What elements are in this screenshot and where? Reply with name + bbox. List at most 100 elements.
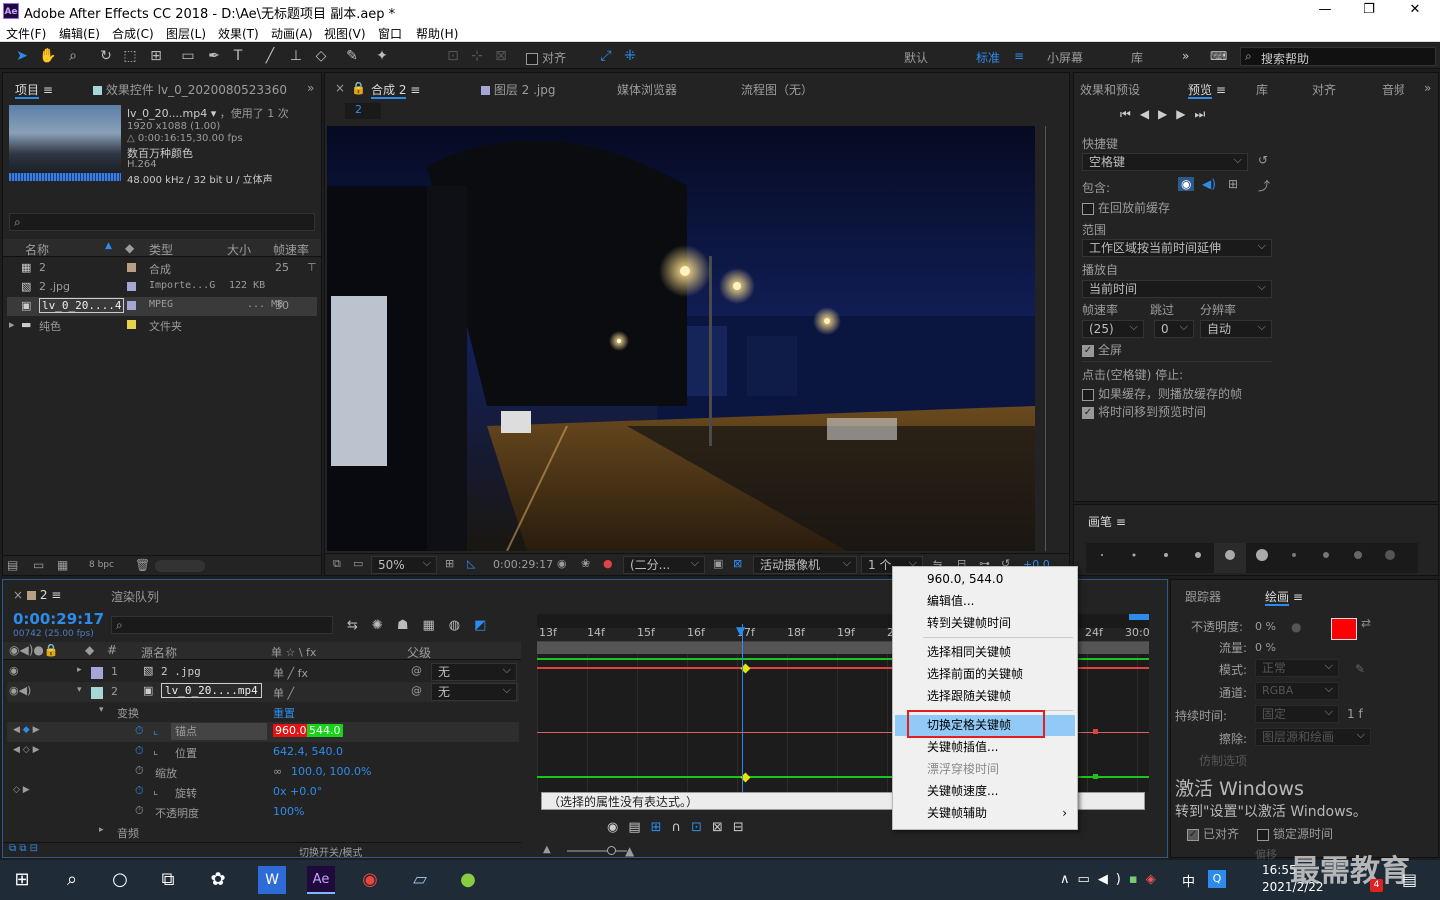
- graph-icon[interactable]: ⌞: [153, 784, 158, 797]
- tab-flowchart[interactable]: 流程图（无）: [741, 81, 813, 98]
- nvidia-icon[interactable]: ▪: [1129, 872, 1146, 887]
- col-size[interactable]: 大小: [227, 241, 251, 258]
- workspace-menu-icon[interactable]: ≡: [1014, 49, 1024, 63]
- snapshot-icon[interactable]: ◉: [557, 557, 567, 570]
- scale-value[interactable]: 100.0, 100.0%: [291, 765, 371, 778]
- graph-editor-icon[interactable]: ◩: [474, 618, 500, 633]
- reset-transform-link[interactable]: 重置: [273, 705, 295, 721]
- duration-dropdown[interactable]: 固定: [1255, 704, 1339, 723]
- keyframe-marker-red[interactable]: [1093, 729, 1098, 734]
- close-timeline-icon[interactable]: ×: [13, 588, 23, 602]
- transform-group[interactable]: ▾ 变换 重置: [7, 702, 519, 722]
- comp-flowchart-icon[interactable]: ⇆: [347, 618, 372, 633]
- menu-item-assistant[interactable]: 关键帧辅助 ›: [895, 803, 1075, 824]
- tab-layer[interactable]: 图层 2 .jpg: [481, 81, 555, 98]
- opacity-value[interactable]: 100%: [273, 805, 304, 818]
- region-of-interest-icon[interactable]: ▣: [713, 557, 723, 570]
- expand-icon[interactable]: ▸: [9, 318, 15, 331]
- audio-group[interactable]: ▸ 音频: [7, 822, 519, 842]
- tab-library[interactable]: 库: [1256, 81, 1268, 98]
- menu-window[interactable]: 窗口: [378, 25, 402, 42]
- col-name[interactable]: 名称: [25, 241, 49, 258]
- tab-align[interactable]: 对齐: [1312, 81, 1336, 98]
- collapse-icon[interactable]: ▾: [77, 685, 82, 695]
- graph-icon[interactable]: ⌞: [153, 724, 158, 737]
- app-melon-icon[interactable]: ●: [454, 866, 482, 894]
- stopwatch-icon[interactable]: ⏱: [135, 804, 144, 818]
- qq-icon[interactable]: Q: [1208, 870, 1226, 888]
- sync-settings-icon[interactable]: ⌨: [1210, 49, 1227, 63]
- last-frame-icon[interactable]: ⏭: [1195, 107, 1215, 121]
- zoom-out-icon[interactable]: ▲: [625, 844, 634, 858]
- tab-project[interactable]: 项目 ≡: [15, 81, 53, 99]
- menu-item-rove[interactable]: 漂浮穿梭时间: [895, 759, 1075, 780]
- hand-tool-icon[interactable]: ✋: [38, 47, 58, 65]
- project-row[interactable]: ▧ 2 .jpg Importe...G 122 KB: [7, 278, 317, 297]
- workspace-standard[interactable]: 标准: [976, 49, 1000, 66]
- clone-stamp-icon[interactable]: ⊥: [286, 47, 306, 65]
- brush-tool-icon[interactable]: ╱: [260, 47, 280, 65]
- label-color[interactable]: [91, 687, 103, 699]
- volume-icon[interactable]: ◀): [1098, 872, 1129, 887]
- more-workspaces-icon[interactable]: »: [1182, 49, 1189, 63]
- tab-brushes[interactable]: 画笔 ≡: [1088, 513, 1126, 530]
- maximize-icon[interactable]: ❐: [1354, 2, 1384, 17]
- tab-media-browser[interactable]: 媒体浏览器: [617, 81, 677, 98]
- erase-dropdown[interactable]: 图层源和绘画: [1255, 727, 1371, 746]
- menu-edit[interactable]: 编辑(E): [59, 25, 100, 42]
- eraser-tool-icon[interactable]: ◇: [311, 47, 331, 65]
- tab-effects-presets[interactable]: 效果和预设: [1080, 81, 1140, 98]
- shy-icon[interactable]: ☗: [397, 618, 423, 633]
- tray-expand-icon[interactable]: ∧: [1060, 872, 1078, 887]
- menu-file[interactable]: 文件(F): [6, 25, 46, 42]
- reset-shortcut-icon[interactable]: ↺: [1258, 153, 1268, 167]
- lock-icon[interactable]: 🔒: [351, 81, 366, 95]
- pickwhip-icon[interactable]: @: [411, 684, 422, 697]
- prev-frame-icon[interactable]: ◀: [1140, 107, 1158, 121]
- include-video-icon[interactable]: ◉: [1178, 177, 1195, 191]
- bpc-button[interactable]: 8 bpc: [89, 560, 114, 570]
- panel-more-icon[interactable]: »: [307, 81, 314, 95]
- workspace-default[interactable]: 默认: [904, 49, 928, 66]
- show-properties-icon[interactable]: ◉: [607, 820, 628, 835]
- motion-blur-icon[interactable]: ◍: [449, 618, 474, 633]
- menu-view[interactable]: 视图(V): [324, 25, 366, 42]
- menu-composition[interactable]: 合成(C): [112, 25, 154, 42]
- mask-visibility-icon[interactable]: ◺: [467, 557, 475, 570]
- pen-tool-icon[interactable]: ✒: [204, 47, 224, 65]
- label-color[interactable]: [127, 320, 136, 329]
- footage-name[interactable]: lv_0_20....mp4 ▾ ，使用了 1 次: [127, 105, 289, 121]
- label-color[interactable]: [127, 282, 136, 291]
- grid-icon[interactable]: ⊞: [445, 557, 454, 570]
- play-icon[interactable]: ▶: [1158, 107, 1176, 121]
- roto-brush-icon[interactable]: ✎: [342, 47, 362, 65]
- zoom-slider[interactable]: [567, 846, 627, 855]
- network-icon[interactable]: ▭: [1078, 872, 1098, 887]
- fps-dropdown[interactable]: (25): [1082, 319, 1144, 338]
- timeline-timecode[interactable]: 0:00:29:17: [13, 610, 104, 628]
- include-audio-icon[interactable]: ◀): [1202, 177, 1216, 191]
- camera-dropdown[interactable]: 活动摄像机: [753, 555, 857, 574]
- fit-selection-icon[interactable]: ⊡: [691, 820, 712, 835]
- comp-breadcrumb[interactable]: 2: [345, 103, 381, 119]
- always-preview-icon[interactable]: ⧉: [333, 557, 341, 571]
- project-search-input[interactable]: ⌕: [9, 213, 315, 231]
- menu-help[interactable]: 帮助(H): [416, 25, 458, 42]
- mode-dropdown[interactable]: 正常: [1255, 658, 1339, 677]
- menu-item-goto-keyframe[interactable]: 转到关键帧时间: [895, 613, 1075, 634]
- graph-icon[interactable]: ⌞: [153, 744, 158, 757]
- action-center-icon[interactable]: ▤: [1402, 870, 1417, 889]
- draft-3d-icon[interactable]: ✺: [372, 618, 397, 633]
- prop-position[interactable]: ◀ ◇ ▶ ⏱ ⌞ 位置 642.4, 540.0: [7, 742, 519, 762]
- playhead-line[interactable]: [742, 624, 743, 792]
- col-source-name[interactable]: 源名称: [141, 644, 177, 661]
- new-folder-icon[interactable]: ▭: [33, 558, 44, 572]
- thumbnail-slider[interactable]: [155, 560, 205, 572]
- tab-render-queue[interactable]: 渲染队列: [111, 588, 159, 605]
- keyframe-nav[interactable]: ◀ ◆ ▶: [13, 725, 40, 735]
- layer-switches-icon[interactable]: ⧉ ⧉ ⊟: [9, 843, 38, 854]
- frame-blend-icon[interactable]: ▦: [422, 618, 448, 633]
- menu-layer[interactable]: 图层(L): [166, 25, 206, 42]
- visibility-icon[interactable]: ◉: [9, 664, 19, 677]
- close-icon[interactable]: ✕: [1400, 2, 1430, 17]
